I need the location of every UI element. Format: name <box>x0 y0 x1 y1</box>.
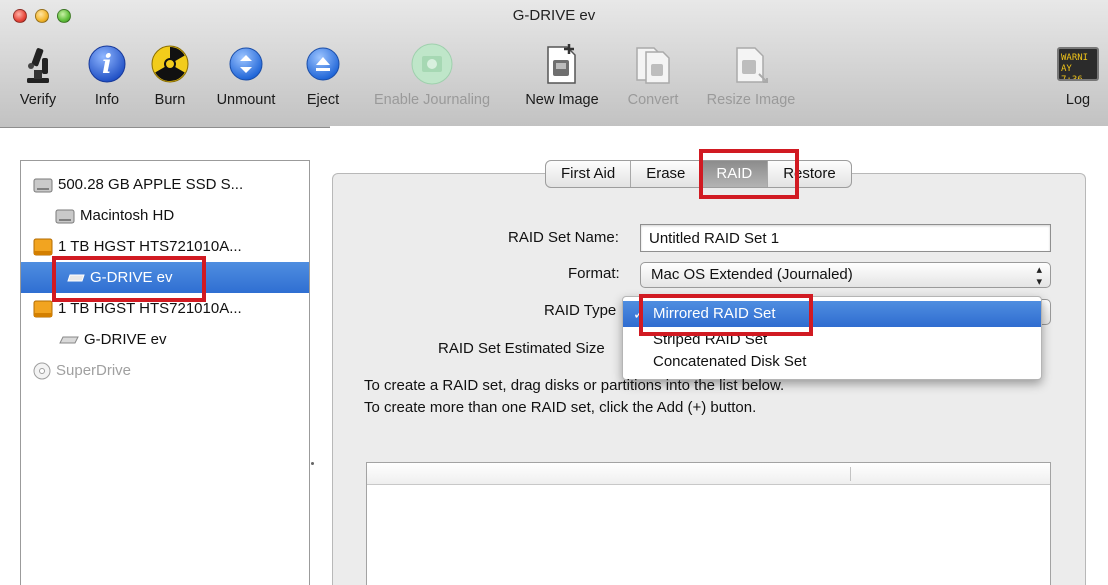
external-volume-icon <box>59 335 79 345</box>
sidebar-item-gdrive-ev-selected[interactable]: G-DRIVE ev <box>21 262 309 293</box>
sidebar-item-label: 1 TB HGST HTS721010A... <box>58 300 242 317</box>
instruction-line-1: To create a RAID set, drag disks or part… <box>364 377 785 394</box>
menu-item-label: Striped RAID Set <box>653 331 768 348</box>
burn-icon <box>150 42 190 86</box>
unmount-label: Unmount <box>216 92 276 108</box>
menu-item-concatenated-disk-set[interactable]: Concatenated Disk Set <box>623 349 1041 375</box>
tab-bar: First Aid Erase RAID Restore <box>545 160 852 188</box>
volume-icon <box>55 207 75 225</box>
svg-text:i: i <box>102 50 112 80</box>
log-icon-line-2: AY 7:36 <box>1061 64 1083 81</box>
checkmark-icon: ✓ <box>633 306 645 322</box>
resize-image-icon <box>696 42 806 86</box>
raid-members-list[interactable] <box>366 462 1051 585</box>
menu-item-label: Concatenated Disk Set <box>653 353 807 370</box>
external-disk-icon <box>33 237 53 257</box>
journaling-icon <box>362 42 502 86</box>
raid-list-header <box>367 463 1050 485</box>
new-image-label: New Image <box>525 92 599 108</box>
eject-button[interactable]: Eject <box>303 42 343 108</box>
new-image-icon <box>516 42 608 86</box>
log-button[interactable]: WARNI AY 7:36 Log <box>1056 42 1100 108</box>
format-label: Format: <box>568 265 620 282</box>
raid-set-name-input[interactable] <box>640 224 1051 252</box>
eject-label: Eject <box>306 92 340 108</box>
burn-label: Burn <box>154 92 186 108</box>
sidebar-item-superdrive[interactable]: SuperDrive <box>21 355 309 386</box>
sidebar-item-label: 1 TB HGST HTS721010A... <box>58 238 242 255</box>
burn-button[interactable]: Burn <box>150 42 190 108</box>
log-label: Log <box>1065 92 1091 108</box>
sidebar-item-macintosh-hd[interactable]: Macintosh HD <box>21 200 309 231</box>
column-divider[interactable] <box>850 467 851 481</box>
menu-item-label: Mirrored RAID Set <box>653 305 776 322</box>
splitter-handle[interactable] <box>311 462 314 465</box>
internal-disk-icon <box>33 176 53 194</box>
enable-journaling-label: Enable Journaling <box>373 92 491 108</box>
eject-icon <box>303 42 343 86</box>
tab-erase[interactable]: Erase <box>631 161 702 187</box>
sidebar-item-label: G-DRIVE ev <box>90 269 173 286</box>
sidebar-item-label: SuperDrive <box>56 362 132 379</box>
chevron-updown-icon: ▴ ▾ <box>1036 264 1042 288</box>
verify-button[interactable]: Verify <box>18 42 58 108</box>
external-disk-icon <box>33 299 53 319</box>
unmount-icon <box>210 42 282 86</box>
toolbar: G-DRIVE ev Verify i Info Burn Unmount Ej… <box>0 0 1108 128</box>
resize-image-label: Resize Image <box>706 92 796 108</box>
superdrive-icon <box>33 362 51 380</box>
enable-journaling-button[interactable]: Enable Journaling <box>362 42 502 108</box>
raid-type-label: RAID Type <box>544 302 617 319</box>
window-title: G-DRIVE ev <box>512 7 596 24</box>
convert-button[interactable]: Convert <box>620 42 686 108</box>
info-button[interactable]: i Info <box>87 42 127 108</box>
sidebar-item-label: 500.28 GB APPLE SSD S... <box>58 176 244 193</box>
instruction-line-2: To create more than one RAID set, click … <box>364 399 757 416</box>
disk-list-sidebar: 500.28 GB APPLE SSD S... Macintosh HD 1 … <box>20 160 310 585</box>
raid-set-name-label: RAID Set Name: <box>508 229 619 246</box>
external-volume-icon <box>67 273 85 283</box>
tab-restore[interactable]: Restore <box>768 161 851 187</box>
format-popup[interactable]: Mac OS Extended (Journaled) ▴ ▾ <box>640 262 1051 288</box>
sidebar-item-label: Macintosh HD <box>80 207 175 224</box>
unmount-button[interactable]: Unmount <box>210 42 282 108</box>
microscope-icon <box>18 42 58 86</box>
tab-raid[interactable]: RAID <box>701 161 769 187</box>
sidebar-item-apple-ssd[interactable]: 500.28 GB APPLE SSD S... <box>21 169 309 200</box>
new-image-button[interactable]: New Image <box>516 42 608 108</box>
verify-label: Verify <box>19 92 57 108</box>
info-icon: i <box>87 42 127 86</box>
sidebar-item-label: G-DRIVE ev <box>84 331 167 348</box>
raid-size-label: RAID Set Estimated Size <box>438 340 605 357</box>
log-icon-line-1: WARNI <box>1061 53 1089 63</box>
log-icon: WARNI AY 7:36 <box>1056 42 1100 86</box>
convert-icon <box>620 42 686 86</box>
info-label: Info <box>94 92 120 108</box>
raid-type-menu: ✓ Mirrored RAID Set Striped RAID Set Con… <box>622 296 1042 380</box>
sidebar-item-hgst-disk-1[interactable]: 1 TB HGST HTS721010A... <box>21 231 309 262</box>
resize-image-button[interactable]: Resize Image <box>696 42 806 108</box>
sidebar-item-hgst-disk-2[interactable]: 1 TB HGST HTS721010A... <box>21 293 309 324</box>
tab-first-aid[interactable]: First Aid <box>546 161 632 187</box>
menu-item-mirrored-raid-set[interactable]: ✓ Mirrored RAID Set <box>623 301 1041 327</box>
sidebar-item-gdrive-ev[interactable]: G-DRIVE ev <box>21 324 309 355</box>
convert-label: Convert <box>627 92 679 108</box>
format-value: Mac OS Extended (Journaled) <box>651 266 853 283</box>
